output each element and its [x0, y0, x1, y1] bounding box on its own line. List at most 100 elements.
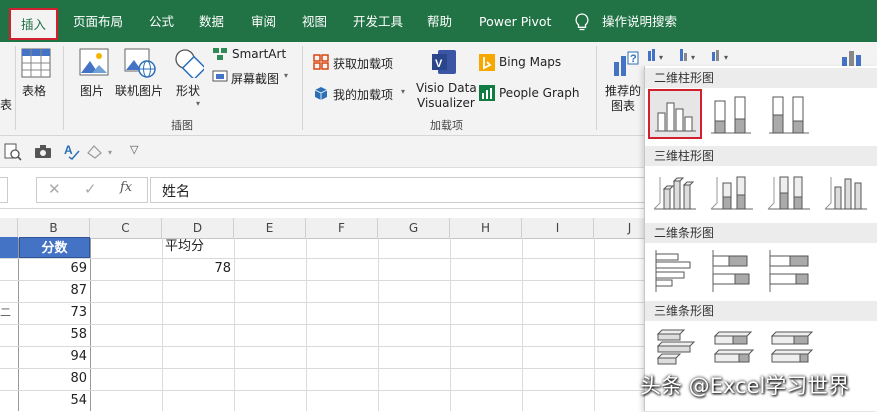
cell-b2[interactable]: 69	[19, 258, 87, 280]
cell-a1[interactable]	[0, 237, 18, 258]
table-button[interactable]: 表格	[22, 82, 46, 99]
svg-text:A: A	[64, 143, 73, 157]
stacked-bar-icon[interactable]	[707, 246, 759, 296]
cell-b7[interactable]: 80	[19, 368, 87, 390]
tell-me-search[interactable]: 操作说明搜索	[602, 0, 677, 42]
3d-percent-stacked-bar-icon[interactable]	[764, 324, 816, 374]
camera-icon[interactable]	[34, 144, 52, 159]
picture-button[interactable]: 图片	[80, 82, 104, 99]
print-preview-icon[interactable]	[4, 143, 22, 161]
group-addins-label: 加载项	[430, 119, 463, 132]
column-header-c[interactable]: C	[90, 218, 162, 238]
get-addins-button[interactable]: 获取加载项	[333, 55, 393, 72]
screenshot-chevron-down-icon[interactable]: ▾	[284, 71, 288, 80]
cell-d1[interactable]: 平均分	[165, 236, 235, 258]
recommended-charts-icon[interactable]: ?	[612, 48, 642, 78]
table-partial-label: 表	[0, 98, 13, 112]
tab-help[interactable]: 帮助	[427, 0, 452, 42]
clustered-bar-icon[interactable]	[650, 246, 702, 296]
recommended-charts-line2[interactable]: 图表	[611, 97, 635, 114]
lightbulb-icon	[575, 13, 589, 31]
column-header-h[interactable]: H	[450, 218, 522, 238]
online-picture-button[interactable]: 联机图片	[115, 82, 163, 99]
svg-text:▾: ▾	[691, 53, 695, 62]
name-box[interactable]	[0, 177, 8, 203]
section-2d-column: 二维柱形图	[645, 68, 877, 88]
svg-text:▾: ▾	[659, 53, 663, 62]
svg-text:▾: ▾	[724, 53, 728, 62]
bing-maps-button[interactable]: Bing Maps	[499, 55, 561, 69]
spelling-check-icon[interactable]: A	[63, 142, 81, 160]
ribbon-tab-bar: 插入 页面布局 公式 数据 审阅 视图 开发工具 帮助 Power Pivot …	[0, 0, 877, 42]
screenshot-button[interactable]: 屏幕截图	[231, 70, 279, 87]
group-illustrations-label: 插图	[171, 119, 193, 132]
screenshot-icon[interactable]	[212, 70, 228, 84]
cell-b8[interactable]: 54	[19, 390, 87, 412]
people-graph-button[interactable]: People Graph	[499, 86, 580, 100]
tab-developer[interactable]: 开发工具	[353, 0, 403, 42]
3d-percent-stacked-column-icon[interactable]	[764, 169, 816, 219]
column-header-d[interactable]: D	[162, 218, 234, 238]
tab-page-layout[interactable]: 页面布局	[73, 0, 123, 42]
column-header-i[interactable]: I	[522, 218, 594, 238]
visio-icon[interactable]: V	[430, 48, 458, 76]
chart-type-buttons-row[interactable]: ▾ ▾ ▾	[646, 47, 746, 63]
my-addins-button[interactable]: 我的加载项	[333, 86, 393, 103]
store-icon[interactable]	[313, 54, 329, 70]
enter-check-icon[interactable]: ✓	[84, 180, 97, 198]
tab-formulas[interactable]: 公式	[149, 0, 174, 42]
cell-b5[interactable]: 58	[19, 324, 87, 346]
section-3d-column: 三维柱形图	[645, 146, 877, 166]
visio-label-line2[interactable]: Visualizer	[417, 96, 475, 110]
chart-clustered-column-option[interactable]	[648, 89, 702, 139]
cell-b4[interactable]: 73	[19, 302, 87, 324]
table-icon[interactable]	[21, 48, 51, 78]
customize-toolbar-chevron-icon[interactable]: ▽	[130, 143, 138, 156]
cell-a4-partial[interactable]: 二	[0, 302, 18, 324]
column-header-f[interactable]: F	[306, 218, 378, 238]
insert-function-icon[interactable]: fx	[120, 180, 132, 195]
shapes-icon[interactable]	[174, 48, 204, 78]
my-addins-icon[interactable]	[313, 85, 329, 101]
column-chart-dropdown: 二维柱形图 三维柱形图 二维条形图 三维条形图	[644, 66, 877, 411]
section-3d-bar: 三维条形图	[645, 301, 877, 321]
section-2d-bar: 二维条形图	[645, 223, 877, 243]
tab-data[interactable]: 数据	[199, 0, 224, 42]
cell-d2[interactable]: 78	[162, 258, 231, 280]
3d-clustered-bar-icon[interactable]	[650, 324, 702, 374]
tab-power-pivot[interactable]: Power Pivot	[479, 0, 551, 42]
tab-review[interactable]: 审阅	[251, 0, 276, 42]
cell-b6[interactable]: 94	[19, 346, 87, 368]
visio-label-line1[interactable]: Visio Data	[416, 81, 477, 95]
svg-text:?: ?	[630, 53, 637, 65]
column-header-g[interactable]: G	[378, 218, 450, 238]
my-addins-chevron-down-icon[interactable]: ▾	[401, 87, 405, 96]
percent-stacked-column-icon[interactable]	[763, 91, 815, 141]
people-graph-icon[interactable]	[479, 85, 495, 101]
svg-text:V: V	[435, 58, 443, 70]
3d-clustered-column-icon[interactable]	[650, 169, 702, 219]
tab-insert[interactable]: 插入	[9, 8, 59, 40]
bing-maps-icon[interactable]	[479, 54, 495, 71]
shapes-button[interactable]: 形状	[176, 82, 200, 99]
smartart-icon[interactable]	[212, 47, 228, 61]
svg-text:▾: ▾	[108, 148, 112, 157]
watermark: 头条 @Excel学习世界	[640, 374, 850, 398]
cell-b1[interactable]: 分数	[19, 237, 90, 258]
3d-stacked-bar-icon[interactable]	[707, 324, 759, 374]
cell-b3[interactable]: 87	[19, 280, 87, 302]
clustered-column-icon	[655, 102, 696, 132]
cancel-icon[interactable]: ✕	[48, 180, 61, 198]
tab-view[interactable]: 视图	[302, 0, 327, 42]
online-picture-icon[interactable]	[124, 48, 156, 78]
picture-icon[interactable]	[79, 48, 109, 76]
percent-stacked-bar-icon[interactable]	[764, 246, 816, 296]
column-header-e[interactable]: E	[234, 218, 306, 238]
format-painter-icon[interactable]: ▾	[86, 143, 118, 159]
shapes-chevron-down-icon[interactable]: ▾	[196, 99, 200, 108]
3d-stacked-column-icon[interactable]	[707, 169, 759, 219]
column-header-b[interactable]: B	[18, 218, 90, 238]
stacked-column-icon[interactable]	[705, 91, 757, 141]
smartart-button[interactable]: SmartArt	[232, 47, 286, 61]
3d-column-icon[interactable]	[821, 169, 873, 219]
